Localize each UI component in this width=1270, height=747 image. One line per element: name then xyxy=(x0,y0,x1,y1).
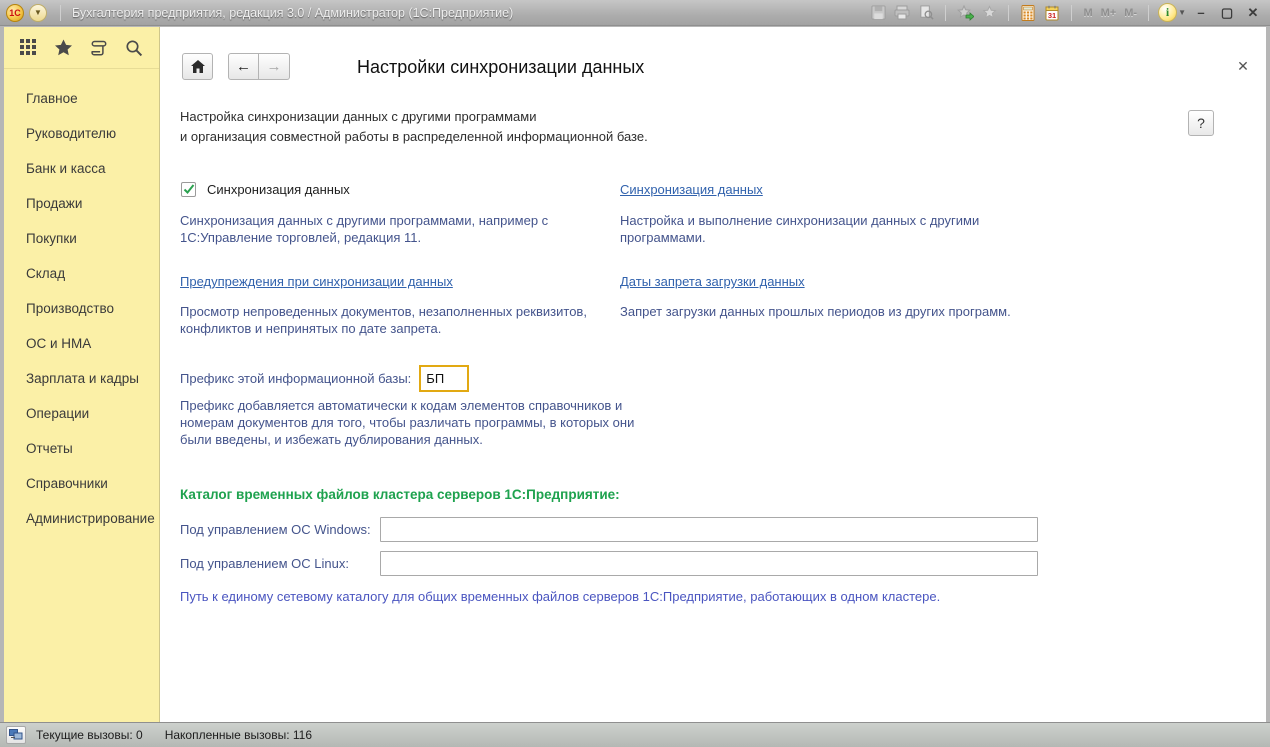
sidebar: Главное Руководителю Банк и касса Продаж… xyxy=(4,27,160,722)
memory-recall-button[interactable]: M xyxy=(1081,7,1094,19)
sidebar-item-spravochniki[interactable]: Справочники xyxy=(4,466,159,501)
prefix-row: Префикс этой информационной базы: xyxy=(180,365,469,392)
prefix-label: Префикс этой информационной базы: xyxy=(180,371,411,386)
search-icon[interactable] xyxy=(125,39,143,57)
sidebar-item-otchety[interactable]: Отчеты xyxy=(4,431,159,466)
sidebar-item-prodazhi[interactable]: Продажи xyxy=(4,186,159,221)
save-icon[interactable] xyxy=(868,3,888,23)
sidebar-item-sklad[interactable]: Склад xyxy=(4,256,159,291)
prefix-description: Префикс добавляется автоматически к кода… xyxy=(180,397,645,448)
windows-path-label: Под управлением ОС Windows: xyxy=(180,522,380,537)
memory-plus-button[interactable]: M+ xyxy=(1099,7,1119,19)
sidebar-item-zarplata-i-kadry[interactable]: Зарплата и кадры xyxy=(4,361,159,396)
print-icon[interactable] xyxy=(892,3,912,23)
status-bar: Текущие вызовы: 0 Накопленные вызовы: 11… xyxy=(0,722,1270,747)
sidebar-item-operacii[interactable]: Операции xyxy=(4,396,159,431)
sidebar-item-proizvodstvo[interactable]: Производство xyxy=(4,291,159,326)
sync-checkbox[interactable] xyxy=(181,182,196,197)
sidebar-item-glavnoe[interactable]: Главное xyxy=(4,81,159,116)
back-button[interactable]: ← xyxy=(228,53,259,80)
sidebar-item-bank-i-kassa[interactable]: Банк и касса xyxy=(4,151,159,186)
main-content: ← → Настройки синхронизации данных ✕ Нас… xyxy=(160,27,1266,722)
accumulated-calls-counter: Накопленные вызовы: 116 xyxy=(165,728,312,742)
prefix-input[interactable] xyxy=(419,365,469,392)
sync-checkbox-row: Синхронизация данных xyxy=(181,182,350,197)
divider xyxy=(1008,5,1009,21)
home-icon xyxy=(191,60,205,73)
history-icon[interactable] xyxy=(90,39,108,57)
divider xyxy=(60,5,61,21)
linux-path-row: Под управлением ОС Linux: xyxy=(180,551,1038,576)
sidebar-item-os-i-nma[interactable]: ОС и НМА xyxy=(4,326,159,361)
add-to-favorites-icon[interactable] xyxy=(955,3,975,23)
calendar-icon[interactable]: 31 xyxy=(1042,3,1062,23)
sidebar-item-administrirovanie[interactable]: Администрирование xyxy=(4,501,159,536)
check-icon xyxy=(183,184,195,195)
sync-warnings-description: Просмотр непроведенных документов, незап… xyxy=(180,303,635,337)
memory-minus-button[interactable]: M- xyxy=(1122,7,1139,19)
sync-settings-description: Настройка и выполнение синхронизации дан… xyxy=(620,212,1010,246)
svg-text:31: 31 xyxy=(1048,11,1056,20)
maximize-button[interactable]: ▢ xyxy=(1216,4,1238,22)
divider xyxy=(945,5,946,21)
page-description: Настройка синхронизации данных с другими… xyxy=(180,107,648,147)
sidebar-item-pokupki[interactable]: Покупки xyxy=(4,221,159,256)
window-titlebar: 1C ▼ Бухгалтерия предприятия, редакция 3… xyxy=(0,0,1270,26)
favorites-star-icon[interactable] xyxy=(54,39,73,57)
divider xyxy=(1071,5,1072,21)
linux-path-input[interactable] xyxy=(380,551,1038,576)
main-menu-dropdown-button[interactable]: ▼ xyxy=(29,4,47,22)
info-icon: i xyxy=(1158,3,1177,22)
help-button[interactable]: ? xyxy=(1188,110,1214,136)
linux-path-label: Под управлением ОС Linux: xyxy=(180,556,380,571)
print-preview-icon[interactable] xyxy=(916,3,936,23)
close-window-button[interactable]: ✕ xyxy=(1242,4,1264,22)
sections-grid-icon[interactable] xyxy=(20,39,37,56)
windows-path-input[interactable] xyxy=(380,517,1038,542)
page-title: Настройки синхронизации данных xyxy=(357,57,644,78)
section-menu: Главное Руководителю Банк и касса Продаж… xyxy=(4,69,159,536)
home-button[interactable] xyxy=(182,53,213,80)
app-logo-icon: 1C xyxy=(6,4,24,22)
sync-settings-link[interactable]: Синхронизация данных xyxy=(620,182,763,197)
calculator-icon[interactable] xyxy=(1018,3,1038,23)
chevron-down-icon: ▼ xyxy=(1178,8,1186,17)
current-calls-counter: Текущие вызовы: 0 xyxy=(36,728,143,742)
ban-dates-description: Запрет загрузки данных прошлых периодов … xyxy=(620,303,1040,320)
temp-catalog-note: Путь к единому сетевому каталогу для общ… xyxy=(180,589,940,604)
window-title: Бухгалтерия предприятия, редакция 3.0 / … xyxy=(72,6,513,20)
temp-catalog-heading: Каталог временных файлов кластера сервер… xyxy=(180,487,620,502)
performance-indicator-icon[interactable] xyxy=(6,726,26,744)
minimize-button[interactable]: – xyxy=(1190,4,1212,22)
divider xyxy=(1148,5,1149,21)
info-button[interactable]: i ▼ xyxy=(1158,3,1186,22)
sync-warnings-link[interactable]: Предупреждения при синхронизации данных xyxy=(180,274,453,289)
close-page-icon[interactable]: ✕ xyxy=(1232,55,1254,77)
windows-path-row: Под управлением ОС Windows: xyxy=(180,517,1038,542)
forward-button[interactable]: → xyxy=(259,53,290,80)
sync-checkbox-label[interactable]: Синхронизация данных xyxy=(207,182,350,197)
favorites-icon[interactable] xyxy=(979,3,999,23)
sidebar-item-rukovoditelyu[interactable]: Руководителю xyxy=(4,116,159,151)
sync-checkbox-description: Синхронизация данных с другими программа… xyxy=(180,212,635,246)
ban-dates-link[interactable]: Даты запрета загрузки данных xyxy=(620,274,805,289)
